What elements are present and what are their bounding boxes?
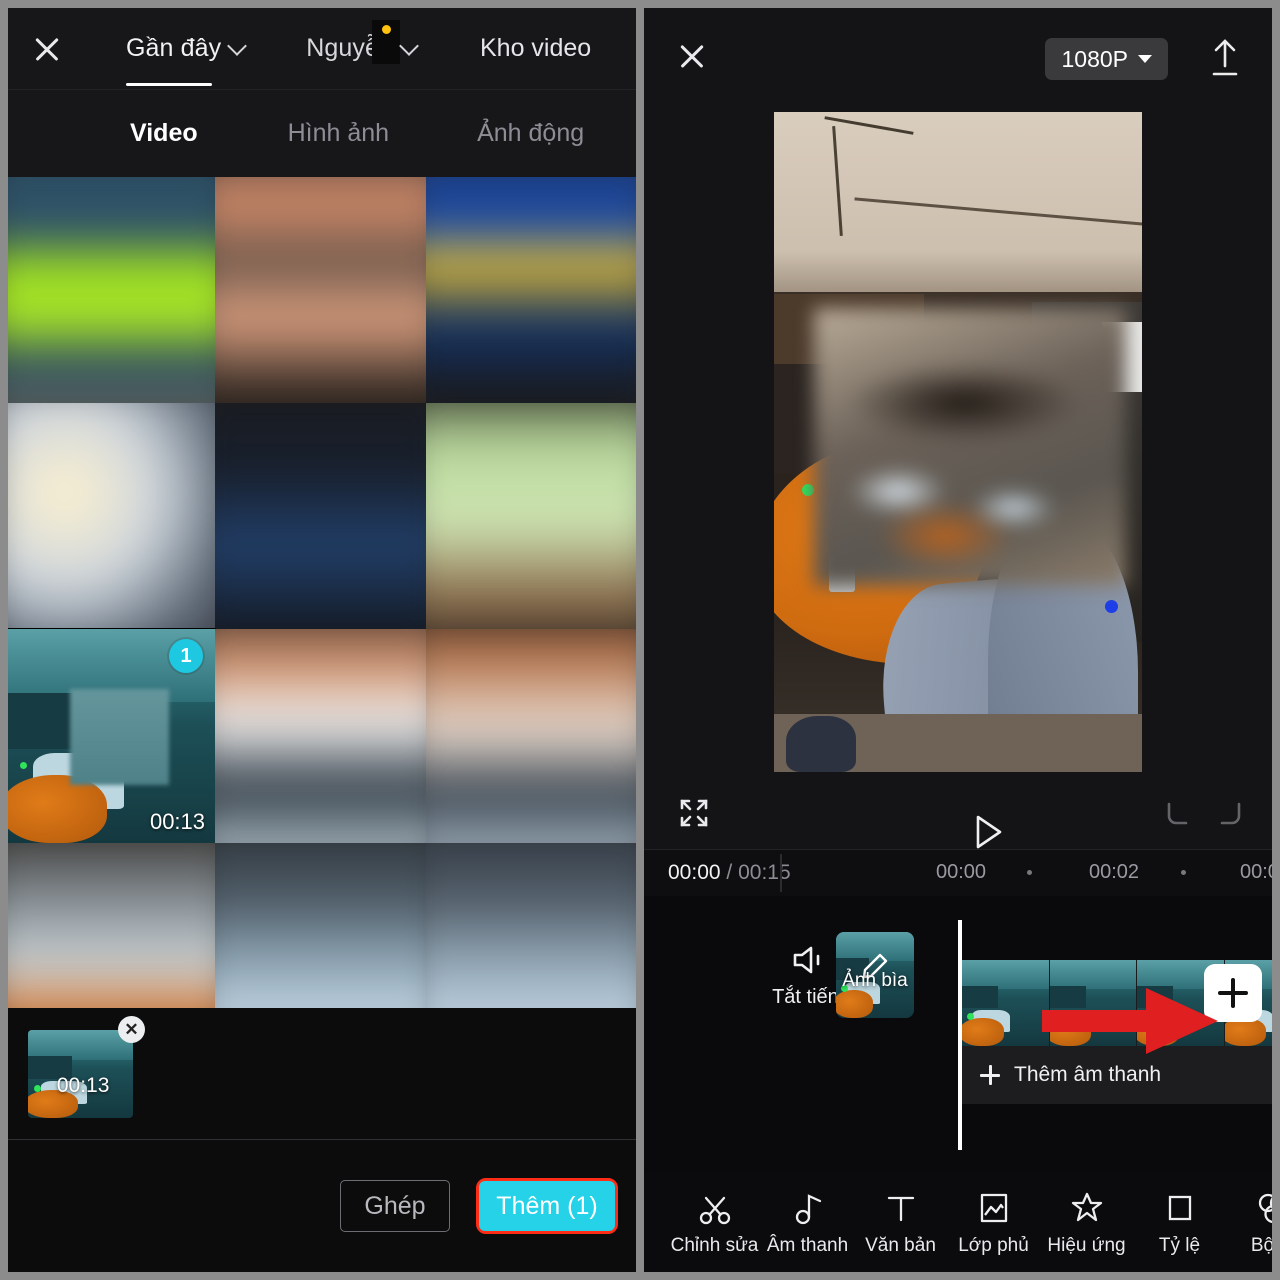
tool-effects[interactable]: Hiệu ứng bbox=[1040, 1188, 1133, 1257]
ruler-minor-tick bbox=[1027, 870, 1032, 875]
thumbnail-duration: 00:13 bbox=[149, 809, 206, 834]
fullscreen-icon[interactable] bbox=[678, 797, 710, 829]
merge-button[interactable]: Ghép bbox=[340, 1180, 450, 1232]
media-thumbnail[interactable] bbox=[8, 177, 216, 403]
tool-overlay[interactable]: Lớp phủ bbox=[947, 1188, 1040, 1257]
clip-frame bbox=[962, 960, 1050, 1046]
media-grid-row bbox=[8, 177, 636, 403]
cover-image-button[interactable]: Ảnh bìa bbox=[836, 932, 914, 1018]
plus-icon bbox=[980, 1065, 1000, 1085]
playhead[interactable] bbox=[958, 920, 962, 1150]
undo-icon[interactable] bbox=[1162, 798, 1196, 828]
player-controls bbox=[644, 776, 1272, 850]
tool-text[interactable]: Văn bản bbox=[854, 1188, 947, 1257]
remove-selected-icon[interactable]: ✕ bbox=[118, 1016, 145, 1043]
time-display: 00:00 / 00:15 bbox=[668, 861, 791, 885]
privacy-blur-overlay bbox=[814, 308, 1126, 586]
cover-image-label: Ảnh bìa bbox=[842, 970, 908, 991]
tool-audio[interactable]: Âm thanh bbox=[761, 1188, 854, 1257]
media-thumbnail[interactable] bbox=[426, 403, 636, 629]
tool-aspect-ratio[interactable]: Tỷ lệ bbox=[1133, 1188, 1226, 1257]
annotation-arrow-icon bbox=[1042, 984, 1220, 1063]
close-icon[interactable] bbox=[676, 40, 708, 72]
total-time: 00:15 bbox=[738, 861, 791, 884]
speaker-mute-icon bbox=[791, 944, 831, 976]
tool-edit[interactable]: Chỉnh sửa bbox=[668, 1188, 761, 1257]
chevron-down-icon bbox=[227, 35, 248, 56]
source-tab-recent[interactable]: Gần đây bbox=[126, 34, 248, 86]
tool-aspect-ratio-label: Tỷ lệ bbox=[1158, 1234, 1201, 1256]
video-editor-panel: 1080P 00:00 / 00:15 00:00 00:02 00:0 Tắt… bbox=[640, 0, 1280, 1280]
tab-gifs[interactable]: Ảnh động bbox=[477, 119, 584, 148]
tab-video[interactable]: Video bbox=[130, 119, 198, 148]
ruler-tick-0: 00:00 bbox=[936, 861, 987, 883]
selected-item-duration: 00:13 bbox=[56, 1074, 110, 1097]
media-thumbnail[interactable] bbox=[215, 403, 426, 629]
add-button-highlight: Thêm (1) bbox=[476, 1178, 618, 1234]
ruler-tick-2: 00:0 bbox=[1240, 861, 1279, 883]
media-picker-topbar: Gần đây Nguyễn Kho video bbox=[8, 8, 636, 89]
app-screen: Gần đây Nguyễn Kho video Video Hình ảnh … bbox=[0, 0, 1280, 1280]
editor-topbar: 1080P bbox=[644, 8, 1272, 104]
add-button[interactable]: Thêm (1) bbox=[479, 1181, 615, 1231]
media-thumbnail[interactable] bbox=[8, 403, 216, 629]
star-sparkle-icon bbox=[1040, 1188, 1133, 1228]
tool-edit-label: Chỉnh sửa bbox=[670, 1234, 759, 1256]
upload-icon[interactable] bbox=[1206, 34, 1244, 78]
scissors-icon bbox=[668, 1188, 761, 1228]
close-icon[interactable] bbox=[30, 32, 64, 66]
media-grid-row: 1 00:13 bbox=[8, 628, 636, 844]
text-icon bbox=[854, 1188, 947, 1228]
media-thumbnail[interactable] bbox=[215, 629, 426, 843]
ruler-tick-1: 00:02 bbox=[1089, 861, 1140, 883]
tool-filter[interactable]: Bộ lọ bbox=[1226, 1188, 1275, 1257]
tool-audio-label: Âm thanh bbox=[766, 1234, 849, 1256]
add-audio-label: Thêm âm thanh bbox=[1014, 1063, 1162, 1086]
media-thumbnail[interactable] bbox=[215, 177, 426, 403]
play-icon[interactable] bbox=[944, 795, 1002, 848]
active-tab-underline bbox=[126, 82, 213, 86]
timeline-ruler[interactable]: 00:00 / 00:15 00:00 00:02 00:0 bbox=[644, 850, 1272, 896]
filter-icon bbox=[1226, 1188, 1272, 1228]
media-type-tabs: Video Hình ảnh Ảnh động bbox=[8, 89, 636, 177]
source-tab-account[interactable]: Nguyễn bbox=[306, 20, 419, 64]
tool-effects-label: Hiệu ứng bbox=[1047, 1234, 1126, 1256]
media-thumbnail[interactable] bbox=[426, 629, 636, 843]
source-tab-stock[interactable]: Kho video bbox=[480, 34, 591, 63]
media-picker-panel: Gần đây Nguyễn Kho video Video Hình ảnh … bbox=[0, 0, 640, 1280]
tool-overlay-label: Lớp phủ bbox=[958, 1234, 1029, 1256]
overlay-image-icon bbox=[947, 1188, 1040, 1228]
redo-icon[interactable] bbox=[1212, 798, 1246, 828]
media-picker-footer: Ghép Thêm (1) bbox=[8, 1140, 636, 1272]
selected-media-strip: 00:13 ✕ bbox=[8, 1008, 636, 1140]
timeline: Tắt tiếng Ảnh bìa Thêm âm thanh bbox=[644, 896, 1272, 1190]
music-note-icon bbox=[761, 1188, 854, 1228]
chevron-down-icon bbox=[1138, 55, 1152, 63]
ruler-minor-tick bbox=[1181, 870, 1186, 875]
source-tab-recent-label: Gần đây bbox=[126, 34, 222, 62]
video-preview-area bbox=[644, 104, 1272, 776]
media-thumbnail[interactable] bbox=[426, 177, 636, 403]
aspect-ratio-icon bbox=[1133, 1188, 1226, 1228]
time-separator: / bbox=[726, 861, 733, 884]
media-thumbnail-selected[interactable]: 1 00:13 bbox=[8, 628, 217, 844]
tool-filter-label: Bộ lọ bbox=[1250, 1234, 1275, 1256]
resolution-label: 1080P bbox=[1061, 45, 1128, 72]
tool-text-label: Văn bản bbox=[865, 1234, 936, 1256]
chevron-down-icon bbox=[399, 35, 419, 56]
media-grid-row bbox=[8, 403, 636, 629]
video-preview[interactable] bbox=[774, 112, 1142, 772]
current-time: 00:00 bbox=[668, 861, 721, 884]
resolution-selector[interactable]: 1080P bbox=[1045, 38, 1168, 80]
selection-badge: 1 bbox=[169, 639, 204, 673]
selected-media-item[interactable]: 00:13 bbox=[28, 1030, 133, 1118]
tab-images[interactable]: Hình ảnh bbox=[288, 119, 389, 148]
ruler-divider bbox=[780, 854, 782, 892]
editor-toolbar: Chỉnh sửa Âm thanh Văn bản Lớp phủ Hiệu … bbox=[644, 1172, 1272, 1272]
